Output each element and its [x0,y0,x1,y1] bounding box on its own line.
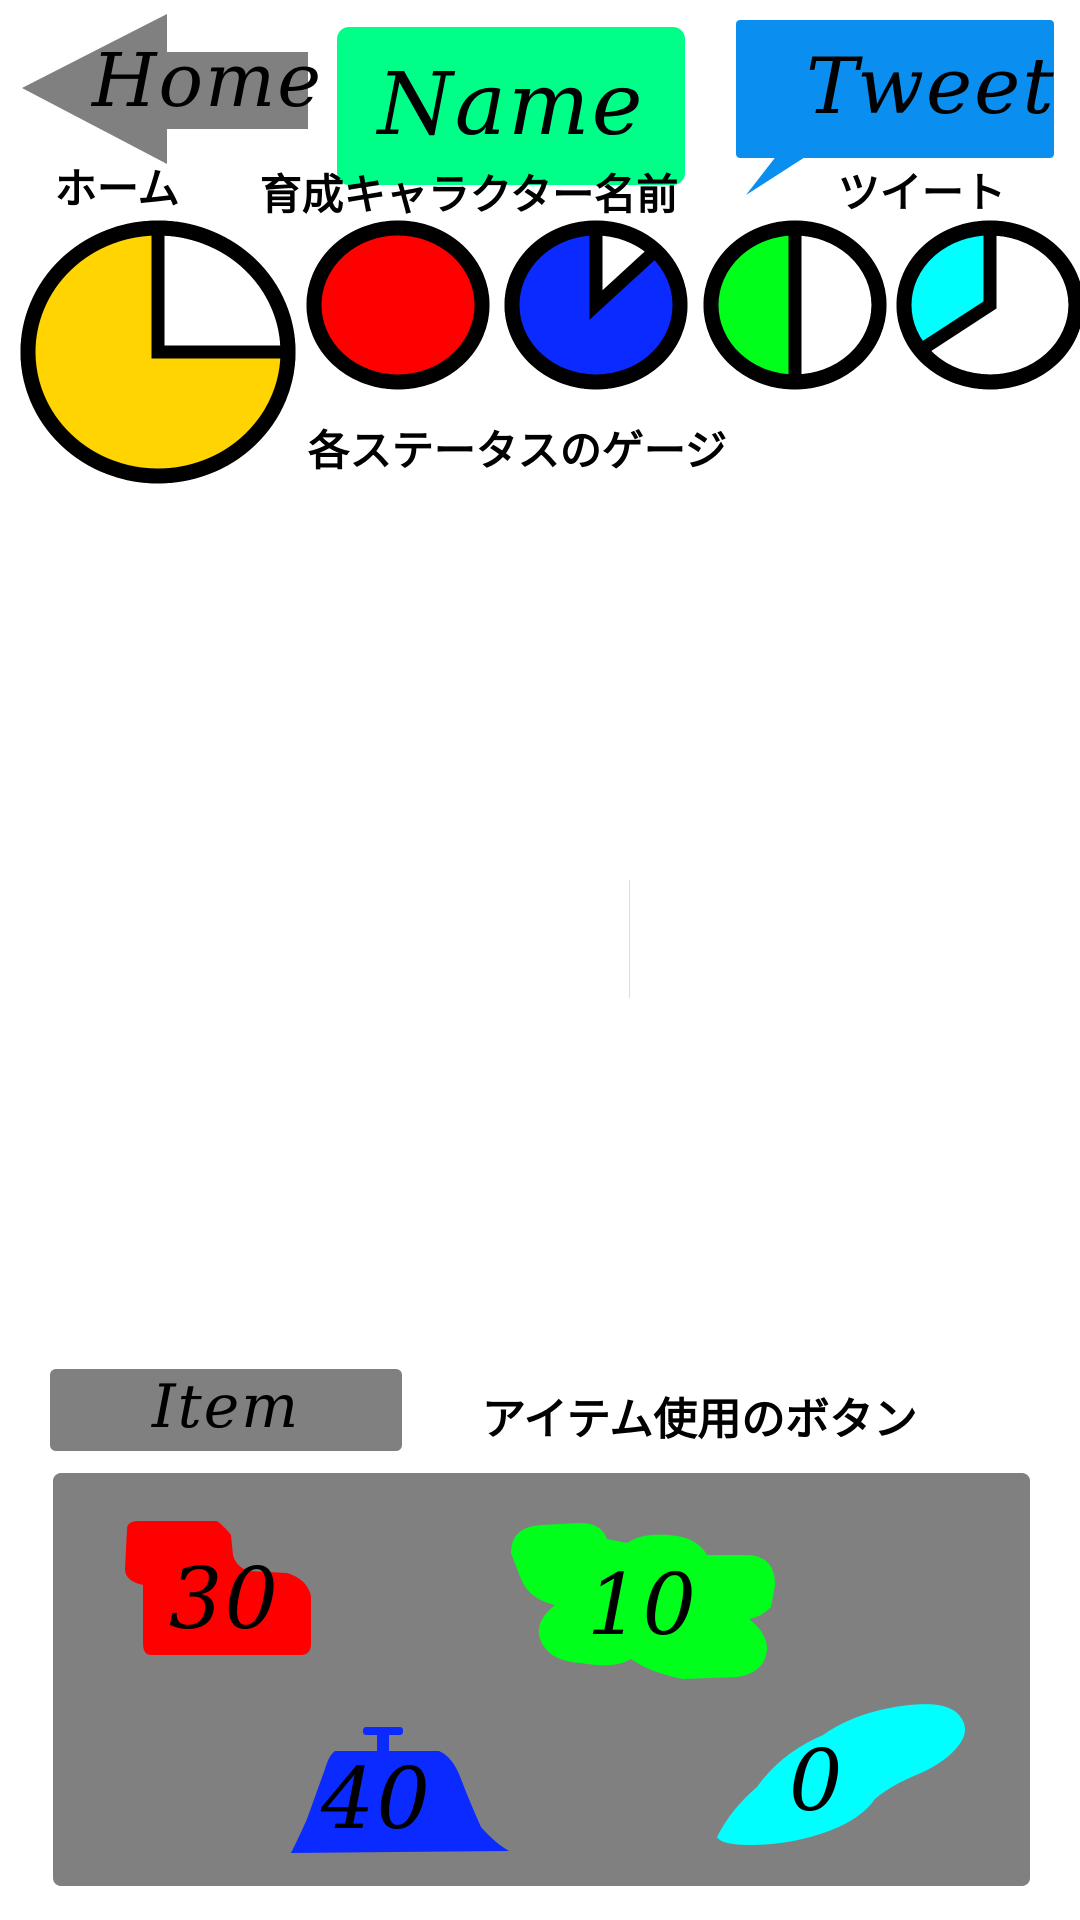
name-label: Name [377,55,645,155]
item-label: Item [151,1372,301,1442]
home-button[interactable]: Home [22,14,321,164]
item-use-caption: アイテム使用のボタン [482,1394,918,1445]
status-gauge-cyan [896,220,1080,390]
item-green-count: 10 [587,1556,698,1654]
status-gauge-green [703,220,887,390]
item-red-count: 30 [169,1550,280,1648]
name-button[interactable]: Name [337,27,685,185]
item-cyan[interactable]: 0 [711,1701,971,1851]
item-red[interactable]: 30 [121,1521,331,1661]
item-blue[interactable]: 40 [291,1727,511,1857]
status-gauge-blue [504,220,688,390]
divider [629,880,630,998]
status-gauge-yellow [20,220,296,484]
item-green[interactable]: 10 [511,1523,781,1683]
home-label: Home [92,38,324,124]
item-blue-count: 40 [321,1750,432,1848]
status-gauge-caption: 各ステータスのゲージ [308,426,728,475]
item-panel: 30 10 40 0 [53,1473,1030,1886]
status-gauge-red [306,220,490,390]
tweet-label: Tweet [806,42,1056,132]
item-button[interactable]: Item [50,1369,402,1451]
item-cyan-count: 0 [789,1732,845,1830]
